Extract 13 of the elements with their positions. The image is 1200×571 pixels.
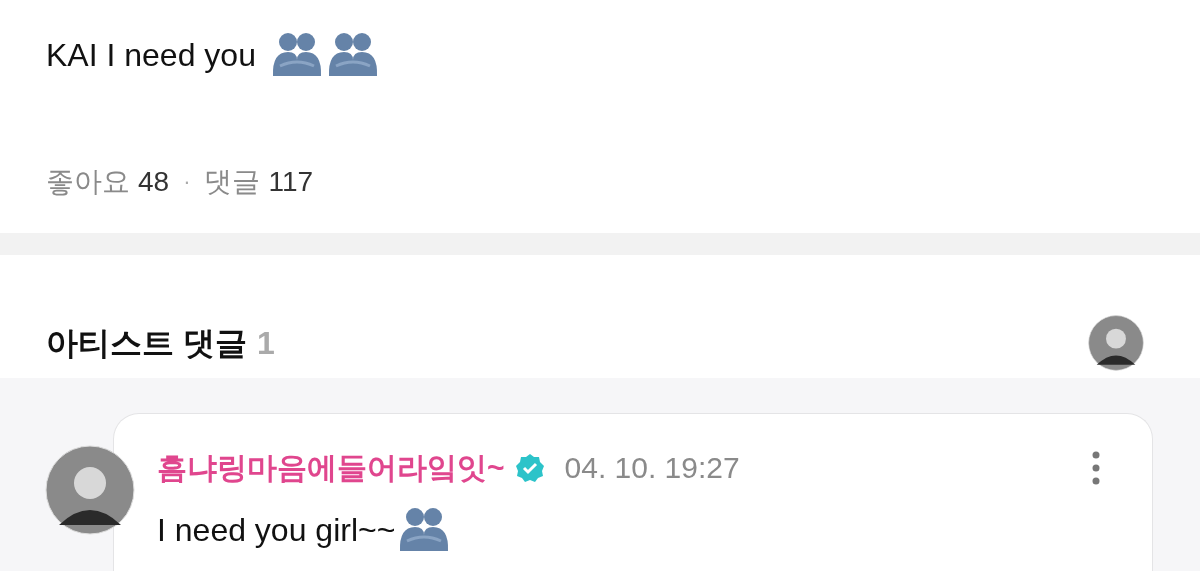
separator: · bbox=[183, 169, 191, 195]
comments-label: 댓글 bbox=[204, 165, 261, 199]
section-title: 아티스트 댓글 bbox=[46, 324, 247, 363]
comment-text: I need you girl~~ bbox=[157, 511, 396, 549]
author-name[interactable]: 흠냐링마음에들어라잌잇~ bbox=[157, 447, 505, 489]
comment-date: 04. 10. 19:27 bbox=[564, 451, 740, 485]
likes-label: 좋아요 bbox=[46, 165, 130, 199]
more-options-icon[interactable] bbox=[1092, 451, 1100, 485]
post-text: KAI I need you bbox=[46, 36, 256, 74]
comments-count: 117 bbox=[268, 166, 314, 198]
avatar[interactable] bbox=[1088, 315, 1144, 371]
likes-count: 48 bbox=[138, 166, 170, 198]
comment-count: 1 bbox=[256, 324, 275, 363]
